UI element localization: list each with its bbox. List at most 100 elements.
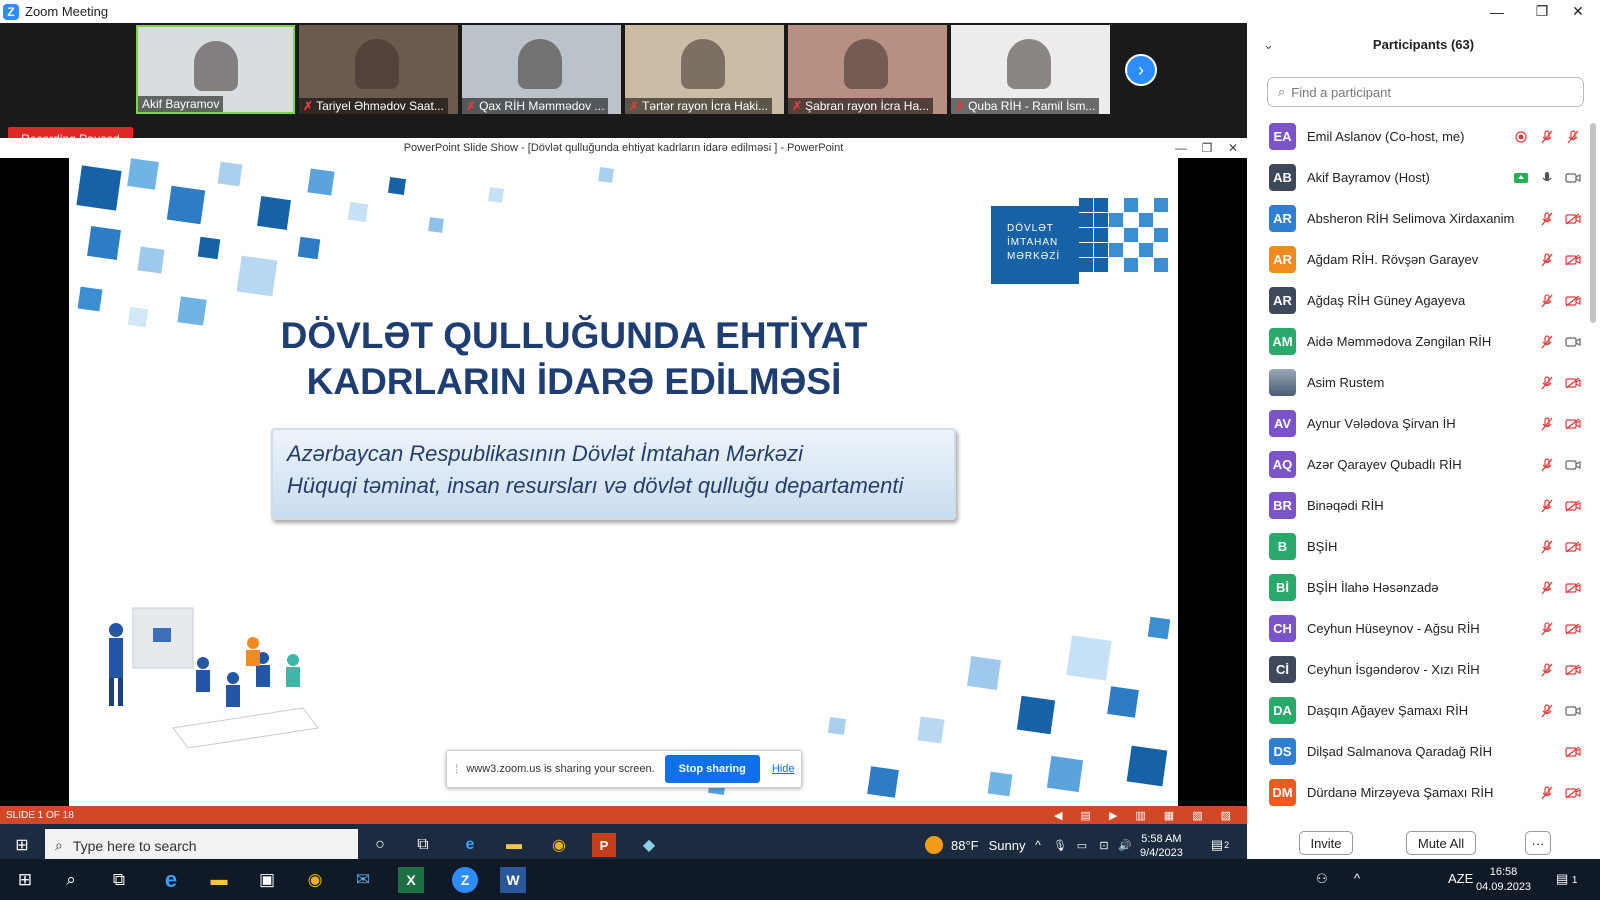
participant-video-thumbnail[interactable]: ✗ Quba RİH - Ramil İsm...: [951, 25, 1110, 114]
participant-row[interactable]: AV Aynur Vələdova Şirvan İH: [1247, 403, 1587, 444]
word-icon[interactable]: W: [500, 867, 526, 893]
microphone-icon[interactable]: 🎙: [1052, 833, 1068, 857]
participant-video-thumbnail[interactable]: ✗ Tariyel Əhmədov Saat...: [299, 25, 458, 114]
participant-row[interactable]: AR Absheron RİH Selimova Xirdaxanim: [1247, 198, 1587, 239]
video-off-icon[interactable]: [1565, 293, 1581, 309]
edge-icon[interactable]: e: [158, 867, 184, 893]
stop-sharing-button[interactable]: Stop sharing: [664, 755, 760, 783]
taskbar-search-box[interactable]: ⌕ Type here to search: [45, 829, 358, 862]
mic-muted-icon[interactable]: [1539, 252, 1555, 268]
mic-muted-icon[interactable]: [1539, 293, 1555, 309]
volume-icon[interactable]: 🔊: [1117, 833, 1133, 857]
video-icon[interactable]: [1565, 334, 1581, 350]
participant-row[interactable]: Cİ Ceyhun İsgəndərov - Xızı RİH: [1247, 649, 1587, 690]
video-off-icon[interactable]: [1565, 539, 1581, 555]
zoom-taskbar-icon[interactable]: Z: [452, 867, 478, 893]
windows-start-icon[interactable]: ⊞: [10, 833, 34, 857]
edge-icon[interactable]: e: [458, 833, 482, 857]
network-icon[interactable]: ⊡: [1096, 833, 1112, 857]
ppt-status-icon[interactable]: ▧: [1192, 809, 1202, 822]
ppt-close-button[interactable]: ✕: [1220, 138, 1246, 158]
ppt-status-icon[interactable]: ◀: [1054, 809, 1062, 822]
task-view-icon[interactable]: ⧉: [106, 867, 132, 893]
find-participant-input[interactable]: ⌕ Find a participant: [1267, 77, 1584, 107]
windows-start-icon[interactable]: ⊞: [12, 867, 38, 893]
mic-muted-icon[interactable]: [1539, 457, 1555, 473]
mic-muted-icon[interactable]: [1539, 129, 1555, 145]
file-explorer-icon[interactable]: ▬: [502, 833, 526, 857]
ppt-status-icon[interactable]: ▨: [1221, 809, 1231, 822]
spacer-icon[interactable]: [1539, 744, 1555, 760]
slide[interactable]: DÖVLƏT İMTAHAN MƏRKƏZİ DÖVLƏT QULLUĞUNDA…: [69, 158, 1178, 806]
more-options-button[interactable]: ···: [1525, 831, 1551, 855]
ppt-status-icon[interactable]: ▶: [1109, 809, 1117, 822]
video-icon[interactable]: [1565, 457, 1581, 473]
mic-muted-icon[interactable]: [1539, 621, 1555, 637]
mic-muted-icon[interactable]: [1539, 785, 1555, 801]
powerpoint-icon[interactable]: P: [592, 833, 616, 857]
mute-all-button[interactable]: Mute All: [1406, 831, 1476, 855]
hide-link[interactable]: Hide: [772, 763, 795, 775]
store-icon[interactable]: ▣: [254, 867, 280, 893]
tray-overflow-icon[interactable]: ^: [1030, 833, 1046, 857]
inner-clock[interactable]: 5:58 AM 9/4/2023: [1140, 832, 1183, 860]
participant-row[interactable]: DA Daşqın Ağayev Şamaxı RİH: [1247, 690, 1587, 731]
video-icon[interactable]: [1565, 703, 1581, 719]
participant-row[interactable]: DM Dürdanə Mirzəyeva Şamaxı RİH: [1247, 772, 1587, 813]
participant-row[interactable]: AQ Azər Qarayev Qubadlı RİH: [1247, 444, 1587, 485]
participant-row[interactable]: EA Emil Aslanov (Co-host, me): [1247, 116, 1587, 157]
microphone-icon[interactable]: [1539, 170, 1555, 186]
people-icon[interactable]: ⚇: [1316, 871, 1328, 887]
ppt-status-icon[interactable]: ▦: [1164, 809, 1174, 822]
mic-muted-icon[interactable]: [1565, 129, 1581, 145]
notification-icon[interactable]: ▤ 1: [1556, 871, 1577, 887]
screen-share-icon[interactable]: [1513, 170, 1529, 186]
video-off-icon[interactable]: [1565, 580, 1581, 596]
ppt-restore-button[interactable]: ❐: [1194, 138, 1220, 158]
chrome-icon[interactable]: ◉: [547, 833, 571, 857]
video-off-icon[interactable]: [1565, 662, 1581, 678]
ppt-status-icon[interactable]: ▥: [1135, 809, 1145, 822]
ppt-minimize-button[interactable]: —: [1168, 138, 1194, 158]
participant-row[interactable]: BR Binəqədi RİH: [1247, 485, 1587, 526]
mic-muted-icon[interactable]: [1539, 211, 1555, 227]
participant-video-thumbnail[interactable]: ✗ Qax RİH Məmmədov ...: [462, 25, 621, 114]
close-button[interactable]: ✕: [1556, 0, 1600, 23]
ppt-status-icon[interactable]: ▤: [1081, 809, 1091, 822]
video-off-icon[interactable]: [1565, 416, 1581, 432]
video-icon[interactable]: [1565, 170, 1581, 186]
mic-muted-icon[interactable]: [1539, 703, 1555, 719]
participant-row[interactable]: AM Aidə Məmmədova Zəngilan RİH: [1247, 321, 1587, 362]
participant-video-thumbnail[interactable]: ✗ Tərtər rayon İcra Haki...: [625, 25, 784, 114]
video-off-icon[interactable]: [1565, 621, 1581, 637]
notification-icon[interactable]: ▤ 2: [1208, 833, 1232, 857]
mic-muted-icon[interactable]: [1539, 580, 1555, 596]
app-icon[interactable]: ◆: [637, 833, 661, 857]
participant-row[interactable]: B BŞİH: [1247, 526, 1587, 567]
excel-icon[interactable]: X: [398, 867, 424, 893]
video-off-icon[interactable]: [1565, 498, 1581, 514]
participant-row[interactable]: Asim Rustem: [1247, 362, 1587, 403]
cortana-icon[interactable]: ○: [368, 833, 392, 857]
mic-muted-icon[interactable]: [1539, 539, 1555, 555]
mic-muted-icon[interactable]: [1539, 334, 1555, 350]
search-icon[interactable]: ⌕: [58, 867, 84, 893]
participant-row[interactable]: Bİ BŞİH İlahə Həsənzadə: [1247, 567, 1587, 608]
chrome-icon[interactable]: ◉: [302, 867, 328, 893]
outer-clock[interactable]: 16:58 04.09.2023: [1476, 865, 1531, 895]
participant-row[interactable]: CH Ceyhun Hüseynov - Ağsu RİH: [1247, 608, 1587, 649]
participant-video-thumbnail[interactable]: Akif Bayramov: [136, 25, 295, 114]
participants-scrollbar[interactable]: [1590, 123, 1596, 323]
participant-row[interactable]: AR Ağdam RİH. Rövşən Garayev: [1247, 239, 1587, 280]
video-off-icon[interactable]: [1565, 744, 1581, 760]
participant-row[interactable]: AB Akif Bayramov (Host): [1247, 157, 1587, 198]
tray-overflow-icon[interactable]: ^: [1354, 871, 1360, 886]
participant-video-thumbnail[interactable]: ✗ Şabran rayon İcra Ha...: [788, 25, 947, 114]
mic-muted-icon[interactable]: [1539, 662, 1555, 678]
drag-handle-icon[interactable]: ⁞: [455, 762, 458, 776]
invite-button[interactable]: Invite: [1299, 831, 1353, 855]
video-off-icon[interactable]: [1565, 252, 1581, 268]
video-off-icon[interactable]: [1565, 211, 1581, 227]
mail-icon[interactable]: ✉: [350, 867, 376, 893]
mic-muted-icon[interactable]: [1539, 375, 1555, 391]
